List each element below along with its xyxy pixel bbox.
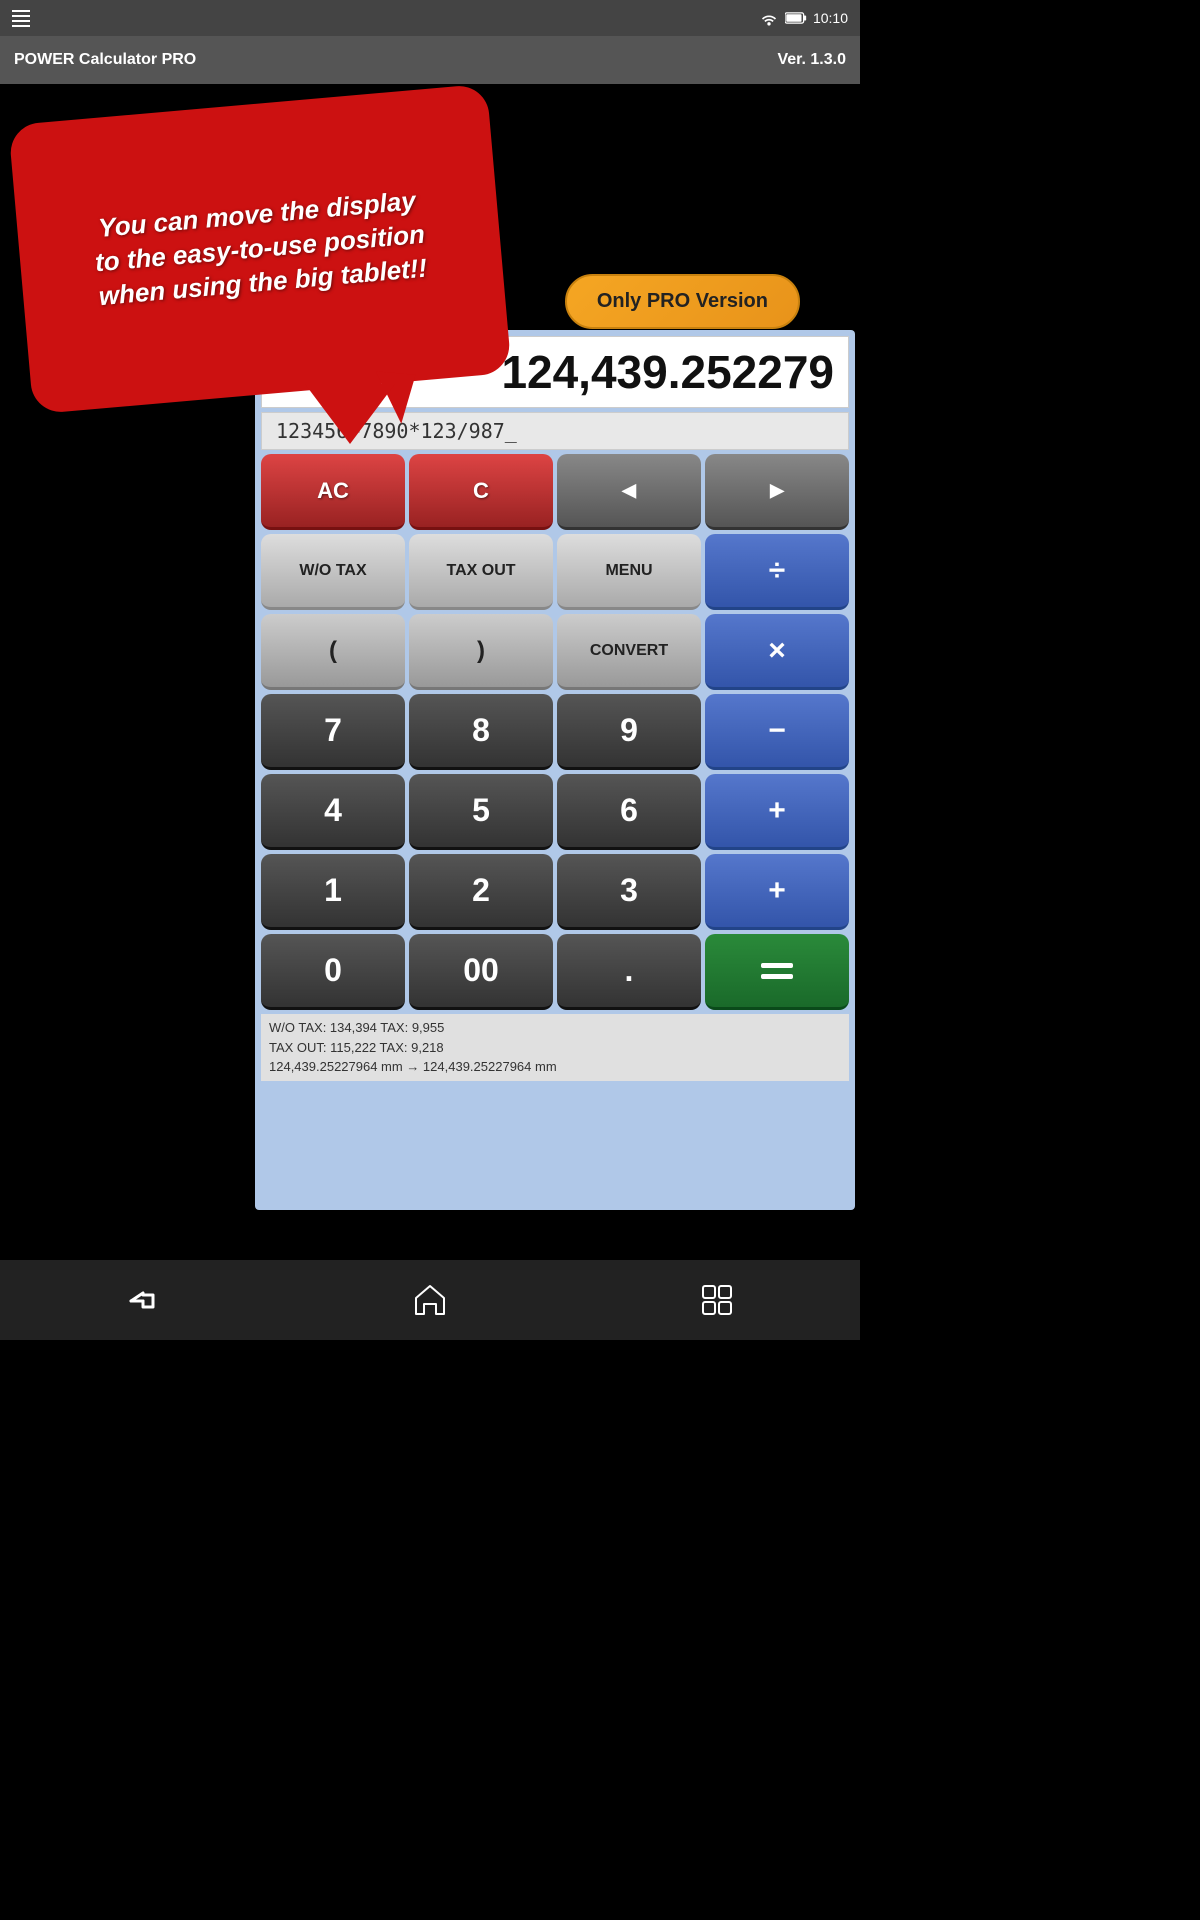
tax-out-button[interactable]: TAX OUT — [409, 534, 553, 610]
home-icon — [412, 1282, 448, 1318]
info-line-3: 124,439.25227964 mm → 124,439.25227964 m… — [269, 1057, 841, 1077]
status-bar: 10:10 — [0, 0, 860, 36]
version-label: Ver. 1.3.0 — [777, 51, 846, 69]
btn-7[interactable]: 7 — [261, 694, 405, 770]
title-bar: POWER Calculator PRO Ver. 1.3.0 — [0, 36, 860, 84]
promo-bubble: You can move the displayto the easy-to-u… — [8, 84, 511, 415]
right-arrow-button[interactable]: ▶ — [705, 454, 849, 530]
app-name: POWER Calculator PRO — [14, 51, 196, 69]
c-button[interactable]: C — [409, 454, 553, 530]
recent-apps-button[interactable] — [692, 1280, 742, 1320]
btn-2[interactable]: 2 — [409, 854, 553, 930]
menu-button[interactable]: MENU — [557, 534, 701, 610]
info-line-2: TAX OUT: 115,222 TAX: 9,218 — [269, 1038, 841, 1058]
subtract-button[interactable]: − — [705, 694, 849, 770]
button-row-1: AC C ◀ ▶ — [261, 454, 849, 530]
btn-5[interactable]: 5 — [409, 774, 553, 850]
status-right: 10:10 — [759, 10, 848, 26]
open-paren-button[interactable]: ( — [261, 614, 405, 690]
convert-button[interactable]: CONVERT — [557, 614, 701, 690]
divide-button[interactable]: ÷ — [705, 534, 849, 610]
time-display: 10:10 — [813, 10, 848, 26]
wifi-icon — [759, 10, 779, 26]
button-row-6: 1 2 3 + — [261, 854, 849, 930]
wo-tax-button[interactable]: W/O TAX — [261, 534, 405, 610]
btn-dot[interactable]: . — [557, 934, 701, 1010]
multiply-button[interactable]: × — [705, 614, 849, 690]
pro-badge: Only PRO Version — [565, 274, 800, 329]
equals-button[interactable] — [705, 934, 849, 1010]
back-icon — [123, 1285, 163, 1315]
btn-00[interactable]: 00 — [409, 934, 553, 1010]
close-paren-button[interactable]: ) — [409, 614, 553, 690]
info-line-1: W/O TAX: 134,394 TAX: 9,955 — [269, 1018, 841, 1038]
plus-bottom-button[interactable]: + — [705, 854, 849, 930]
status-left — [12, 10, 30, 27]
down-arrow-icon — [305, 384, 395, 444]
calculator: 124,439.252279 123456+7890*123/987_ AC C… — [255, 330, 855, 1210]
hamburger-icon — [12, 10, 30, 27]
btn-1[interactable]: 1 — [261, 854, 405, 930]
home-button[interactable] — [405, 1280, 455, 1320]
btn-3[interactable]: 3 — [557, 854, 701, 930]
add-button[interactable]: + — [705, 774, 849, 850]
equals-icon — [759, 959, 795, 983]
btn-4[interactable]: 4 — [261, 774, 405, 850]
btn-6[interactable]: 6 — [557, 774, 701, 850]
button-row-2: W/O TAX TAX OUT MENU ÷ — [261, 534, 849, 610]
main-value: 124,439.252279 — [501, 345, 834, 399]
calc-info-bar: W/O TAX: 134,394 TAX: 9,955 TAX OUT: 115… — [261, 1014, 849, 1081]
button-row-5: 4 5 6 + — [261, 774, 849, 850]
btn-9[interactable]: 9 — [557, 694, 701, 770]
left-arrow-button[interactable]: ◀ — [557, 454, 701, 530]
ac-button[interactable]: AC — [261, 454, 405, 530]
nav-bar — [0, 1260, 860, 1340]
promo-text: You can move the displayto the easy-to-u… — [91, 184, 429, 314]
btn-8[interactable]: 8 — [409, 694, 553, 770]
button-row-4: 7 8 9 − — [261, 694, 849, 770]
recent-apps-icon — [699, 1282, 735, 1318]
button-row-3: ( ) CONVERT × — [261, 614, 849, 690]
back-button[interactable] — [118, 1280, 168, 1320]
battery-icon — [785, 11, 807, 25]
button-row-7: 0 00 . — [261, 934, 849, 1010]
btn-0[interactable]: 0 — [261, 934, 405, 1010]
